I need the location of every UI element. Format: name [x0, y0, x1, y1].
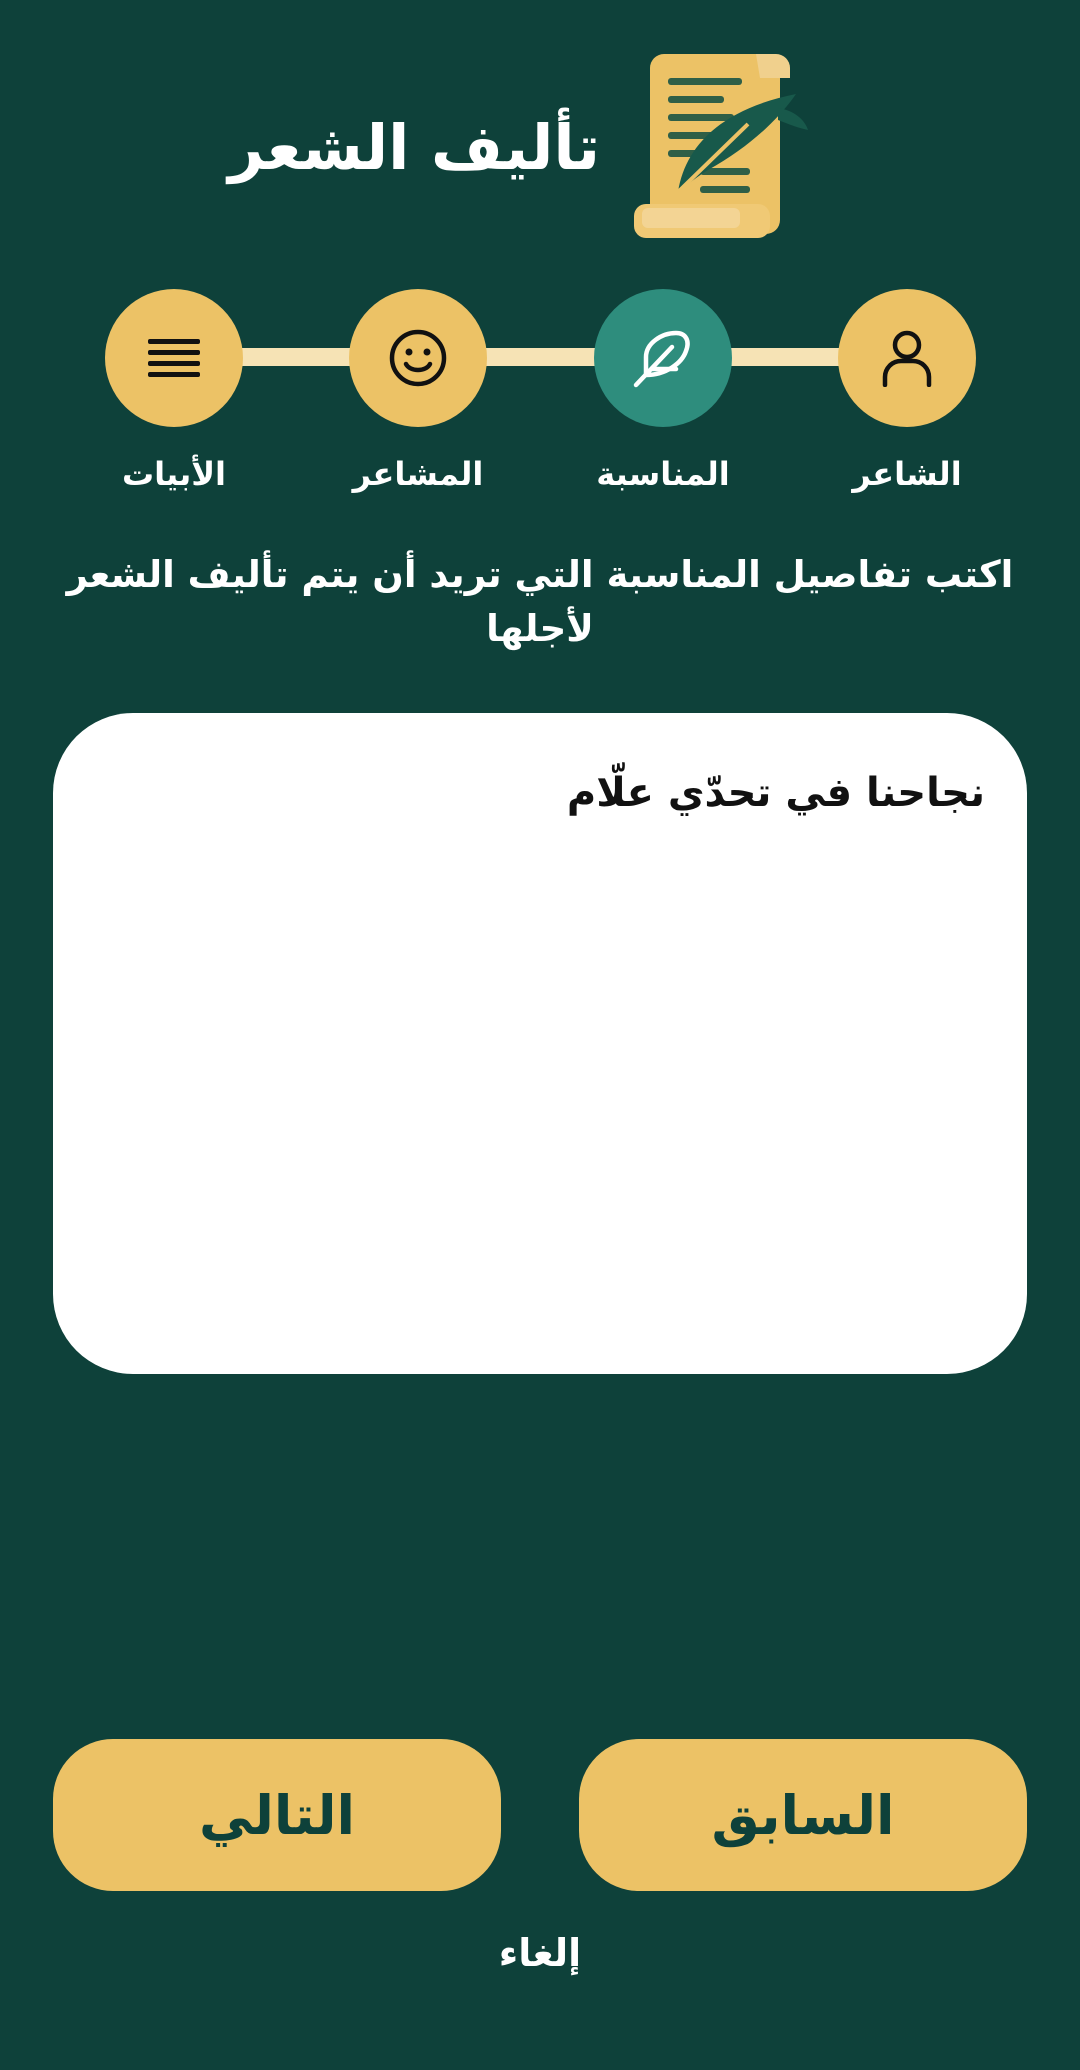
step-label-occasion: المناسبة: [596, 455, 730, 493]
step-occasion[interactable]: [594, 289, 732, 427]
scroll-quill-icon: [634, 54, 808, 238]
feather-icon: [633, 330, 690, 388]
lines-icon: [148, 339, 200, 377]
step-label-feelings: المشاعر: [352, 455, 484, 493]
previous-button[interactable]: السابق: [579, 1739, 1027, 1891]
app-title: تأليف الشعر: [228, 111, 600, 184]
step-poet[interactable]: [838, 289, 976, 427]
step-label-poet: الشاعر: [852, 455, 962, 493]
instruction-text: اكتب تفاصيل المناسبة التي تريد أن يتم تأ…: [66, 553, 1014, 650]
person-icon: [882, 330, 932, 387]
occasion-value[interactable]: نجاحنا في تحدّي علّام: [95, 761, 985, 825]
cancel-link[interactable]: إلغاء: [440, 1925, 640, 1981]
app-header: تأليف الشعر: [0, 0, 1080, 260]
step-verses[interactable]: [105, 289, 243, 427]
next-button[interactable]: التالي: [53, 1739, 501, 1891]
smiley-icon: [389, 329, 447, 387]
occasion-textarea[interactable]: نجاحنا في تحدّي علّام: [53, 713, 1027, 1374]
step-label-verses: الأبيات: [121, 455, 227, 493]
step-connector-line: [172, 348, 908, 366]
step-feelings[interactable]: [349, 289, 487, 427]
